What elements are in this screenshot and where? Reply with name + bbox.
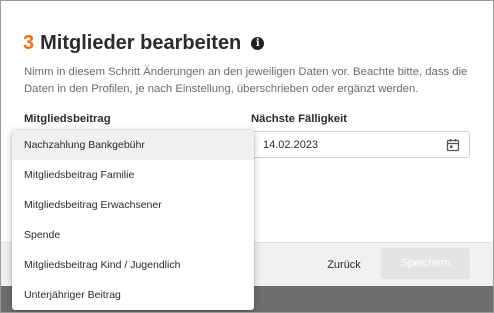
dropdown-option[interactable]: Mitgliedsbeitrag Erwachsener: [12, 190, 254, 220]
info-icon[interactable]: i: [251, 37, 265, 50]
next-due-date-value: 14.02.2023: [263, 139, 319, 151]
step-description: Nimm in diesem Schritt Änderungen an den…: [24, 66, 468, 95]
title-text: Mitglieder bearbeiten: [40, 32, 242, 54]
back-button[interactable]: Zurück: [320, 256, 368, 274]
dropdown-option[interactable]: Mitgliedsbeitrag Kind / Jugendlich: [12, 250, 254, 280]
dialog-title: 3 Mitglieder bearbeiten i: [23, 32, 265, 55]
dropdown-option[interactable]: Nachzahlung Bankgebühr: [12, 130, 254, 160]
next-due-label: Nächste Fälligkeit: [251, 113, 348, 125]
membership-fee-dropdown: Nachzahlung Bankgebühr Mitgliedsbeitrag …: [12, 130, 254, 310]
dialog: 3 Mitglieder bearbeiten i Nimm in diesem…: [0, 0, 494, 313]
dropdown-option[interactable]: Spende: [12, 220, 254, 250]
dropdown-option[interactable]: Mitgliedsbeitrag Familie: [12, 160, 254, 190]
save-button[interactable]: Speichern: [381, 248, 470, 279]
calendar-icon[interactable]: [446, 138, 460, 152]
step-number: 3: [23, 32, 35, 54]
next-due-date-input[interactable]: 14.02.2023: [251, 131, 470, 158]
membership-fee-label: Mitgliedsbeitrag: [24, 113, 111, 125]
dropdown-option[interactable]: Unterjähriger Beitrag: [12, 280, 254, 310]
